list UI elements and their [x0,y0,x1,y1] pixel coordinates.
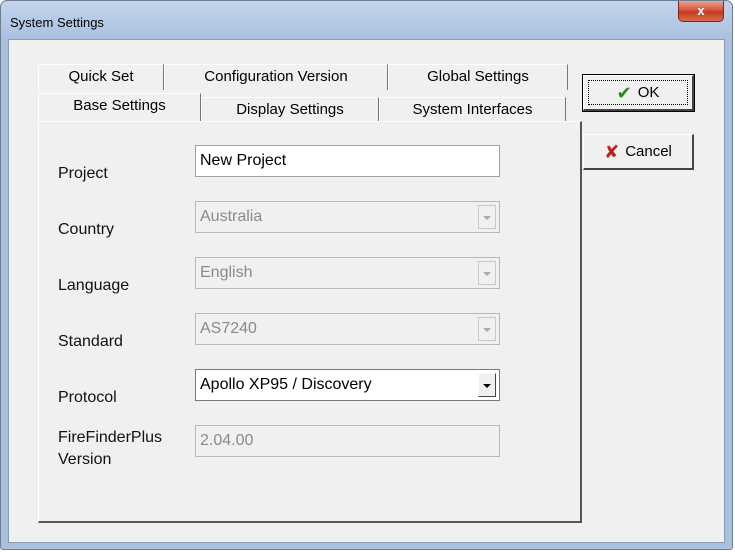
language-value: English [200,264,253,281]
tab-label: Global Settings [427,68,529,85]
country-dropdown: Australia [195,201,500,233]
tab-label: Quick Set [68,68,134,85]
tab-label: System Interfaces [412,101,533,118]
country-value: Australia [200,208,263,225]
tab-label: Base Settings [73,97,166,114]
protocol-dropdown[interactable]: Apollo XP95 / Discovery [195,369,500,401]
tab-label: Display Settings [236,101,344,118]
version-value: 2.04.00 [200,432,254,449]
cancel-button[interactable]: ✘ Cancel [583,134,694,170]
standard-label: Standard [58,333,123,350]
cancel-label: Cancel [625,143,672,160]
tab-quick-set[interactable]: Quick Set [38,64,164,90]
country-label: Country [58,221,115,238]
system-settings-window: System Settings x Quick Set Configuratio… [0,0,733,550]
version-field: 2.04.00 [195,425,500,457]
focus-rectangle [588,80,688,105]
version-label-line2: Version [58,451,112,468]
project-value: New Project [200,152,287,169]
protocol-value: Apollo XP95 / Discovery [200,376,372,393]
base-settings-panel: Project New Project Country Australia La… [38,121,582,523]
language-label: Language [58,277,130,294]
window-title: System Settings [10,15,104,30]
tab-configuration-version[interactable]: Configuration Version [164,64,388,90]
tab-base-settings[interactable]: Base Settings [38,93,201,121]
project-label: Project [58,165,108,182]
chevron-down-icon[interactable] [478,373,496,397]
close-button[interactable]: x [678,1,724,22]
standard-dropdown: AS7240 [195,313,500,345]
protocol-label: Protocol [58,389,117,406]
ok-button[interactable]: ✔ OK [582,74,695,112]
close-icon: x [697,3,705,18]
chevron-down-icon [478,261,496,285]
chevron-down-icon [478,317,496,341]
chevron-down-icon [478,205,496,229]
language-dropdown: English [195,257,500,289]
standard-value: AS7240 [200,320,257,337]
tab-label: Configuration Version [204,68,348,85]
project-input[interactable]: New Project [195,145,500,177]
tab-display-settings[interactable]: Display Settings [201,97,379,121]
tab-system-interfaces[interactable]: System Interfaces [379,97,566,121]
tab-global-settings[interactable]: Global Settings [388,64,568,90]
version-label-line1: FireFinderPlus [58,429,163,446]
dialog-client-area: Quick Set Configuration Version Global S… [8,39,725,543]
x-icon: ✘ [604,141,620,162]
title-bar[interactable]: System Settings x [1,1,732,39]
